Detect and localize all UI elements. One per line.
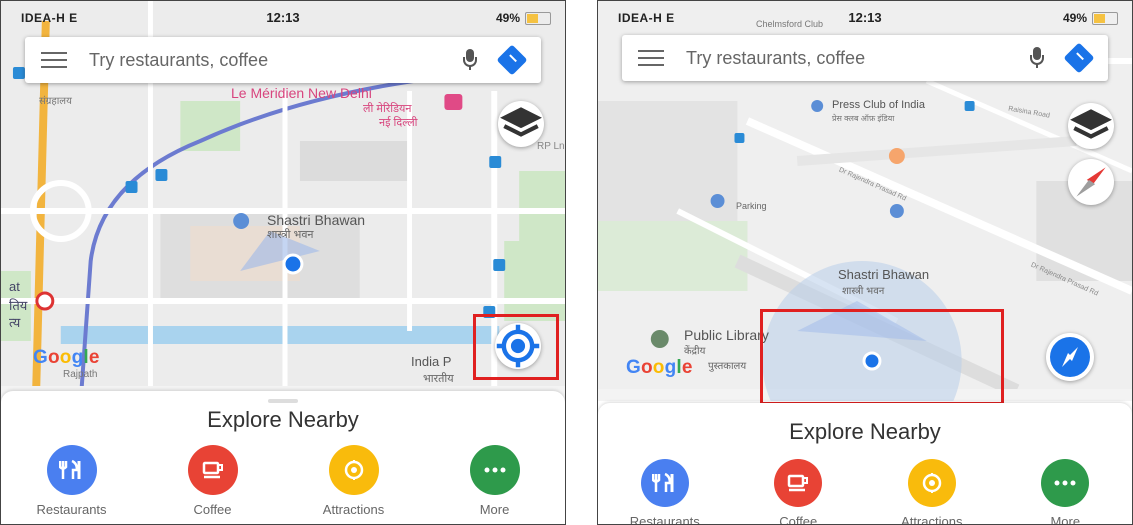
directions-icon[interactable] xyxy=(1063,42,1095,74)
coffee-icon xyxy=(774,459,823,507)
restaurant-icon xyxy=(46,445,97,495)
category-restaurants[interactable]: Restaurants xyxy=(17,445,127,517)
road-label-rajpath: Rajpath xyxy=(63,369,98,380)
search-bar-right[interactable]: Try restaurants, coffee xyxy=(622,35,1108,81)
directions-icon[interactable] xyxy=(496,44,528,76)
category-more-right[interactable]: More xyxy=(1010,459,1120,524)
google-logo: Google xyxy=(33,347,100,368)
poi-india[interactable]: India P xyxy=(411,354,451,369)
menu-icon[interactable] xyxy=(638,45,664,71)
highlight-box-location-button xyxy=(473,314,559,380)
battery-icon xyxy=(525,11,551,25)
status-bar-right: IDEA-H E 12:13 49% xyxy=(598,9,1132,29)
poi-shastri-bhawan-hindi: शास्त्री भवन xyxy=(267,229,314,241)
edge-label-tsy: त्य xyxy=(9,315,21,330)
clock-right: 12:13 xyxy=(848,10,882,25)
status-bar: IDEA-H E 12:13 49% xyxy=(1,9,565,29)
left-phone-screen: Le Méridien New Delhi ली मेरिडियन नई दिल… xyxy=(0,0,566,525)
category-coffee-right[interactable]: Coffee xyxy=(743,459,853,524)
battery-indicator-right: 49% xyxy=(1063,11,1118,25)
explore-nearby-sheet[interactable]: Explore Nearby Restaurants Coffee Attrac… xyxy=(1,391,565,524)
category-more[interactable]: More xyxy=(440,445,550,517)
poi-public-library-hindi-2: पुस्तकालय xyxy=(708,361,747,372)
menu-icon[interactable] xyxy=(41,47,67,73)
battery-indicator: 49% xyxy=(496,11,551,25)
attractions-icon xyxy=(907,459,956,507)
poi-shastri-bhawan-right[interactable]: Shastri Bhawan xyxy=(838,267,929,282)
search-input-right[interactable]: Try restaurants, coffee xyxy=(686,48,1030,69)
category-row-right: Restaurants Coffee Attractions More xyxy=(598,459,1132,524)
battery-icon xyxy=(1092,11,1118,25)
explore-nearby-title: Explore Nearby xyxy=(207,407,359,432)
poi-shastri-bhawan-hindi-right: शास्त्री भवन xyxy=(842,286,885,297)
more-icon xyxy=(1041,459,1090,507)
category-restaurants-right[interactable]: Restaurants xyxy=(610,459,720,524)
google-logo-right: Google xyxy=(626,357,693,378)
screenshot-composite: Le Méridien New Delhi ली मेरिडियन नई दिल… xyxy=(0,0,1133,525)
poi-le-meridien[interactable]: Le Méridien New Delhi xyxy=(231,85,372,101)
edge-label-at: at xyxy=(9,279,20,294)
attractions-icon xyxy=(328,445,379,495)
category-row: Restaurants Coffee Attractions More xyxy=(1,445,565,517)
coffee-icon xyxy=(187,445,238,495)
carrier-label: IDEA-H E xyxy=(21,11,78,25)
poi-parking[interactable]: Parking xyxy=(736,201,767,211)
navigation-button[interactable] xyxy=(1046,333,1094,381)
poi-india-hindi: भारतीय xyxy=(423,373,454,385)
poi-public-library[interactable]: Public Library xyxy=(684,327,769,343)
right-phone-screen: Chelmsford Club Press Club of India प्रे… xyxy=(597,0,1133,525)
explore-nearby-sheet-right[interactable]: Explore Nearby Restaurants Coffee Attrac… xyxy=(598,403,1132,524)
category-attractions-right[interactable]: Attractions xyxy=(877,459,987,524)
microphone-icon[interactable] xyxy=(1030,47,1044,69)
poi-public-library-hindi: केंद्रीय xyxy=(684,346,706,357)
compass-button[interactable] xyxy=(1068,159,1114,205)
more-icon xyxy=(469,445,520,495)
poi-press-club[interactable]: Press Club of India xyxy=(832,99,925,111)
search-bar[interactable]: Try restaurants, coffee xyxy=(25,37,541,83)
microphone-icon[interactable] xyxy=(463,49,477,71)
poi-shastri-bhawan[interactable]: Shastri Bhawan xyxy=(267,212,365,228)
carrier-label-right: IDEA-H E xyxy=(618,11,675,25)
search-input[interactable]: Try restaurants, coffee xyxy=(89,50,463,71)
layers-button-right[interactable] xyxy=(1068,103,1114,149)
category-coffee[interactable]: Coffee xyxy=(158,445,268,517)
category-attractions[interactable]: Attractions xyxy=(299,445,409,517)
restaurant-icon xyxy=(640,459,689,507)
top-left-hindi-label: संग्रहालय xyxy=(39,96,72,107)
poi-press-club-hindi: प्रेस क्लब ऑफ़ इंडिया xyxy=(832,114,895,123)
poi-le-meridien-hindi-2: नई दिल्ली xyxy=(379,117,418,129)
highlight-box-location-circle xyxy=(760,309,1004,405)
sheet-handle[interactable] xyxy=(268,399,298,403)
edge-label-tiy: तिय xyxy=(9,298,28,313)
clock: 12:13 xyxy=(266,10,300,25)
poi-le-meridien-hindi: ली मेरिडियन xyxy=(363,103,412,115)
layers-button[interactable] xyxy=(498,101,544,147)
explore-nearby-title-right: Explore Nearby xyxy=(789,419,941,444)
